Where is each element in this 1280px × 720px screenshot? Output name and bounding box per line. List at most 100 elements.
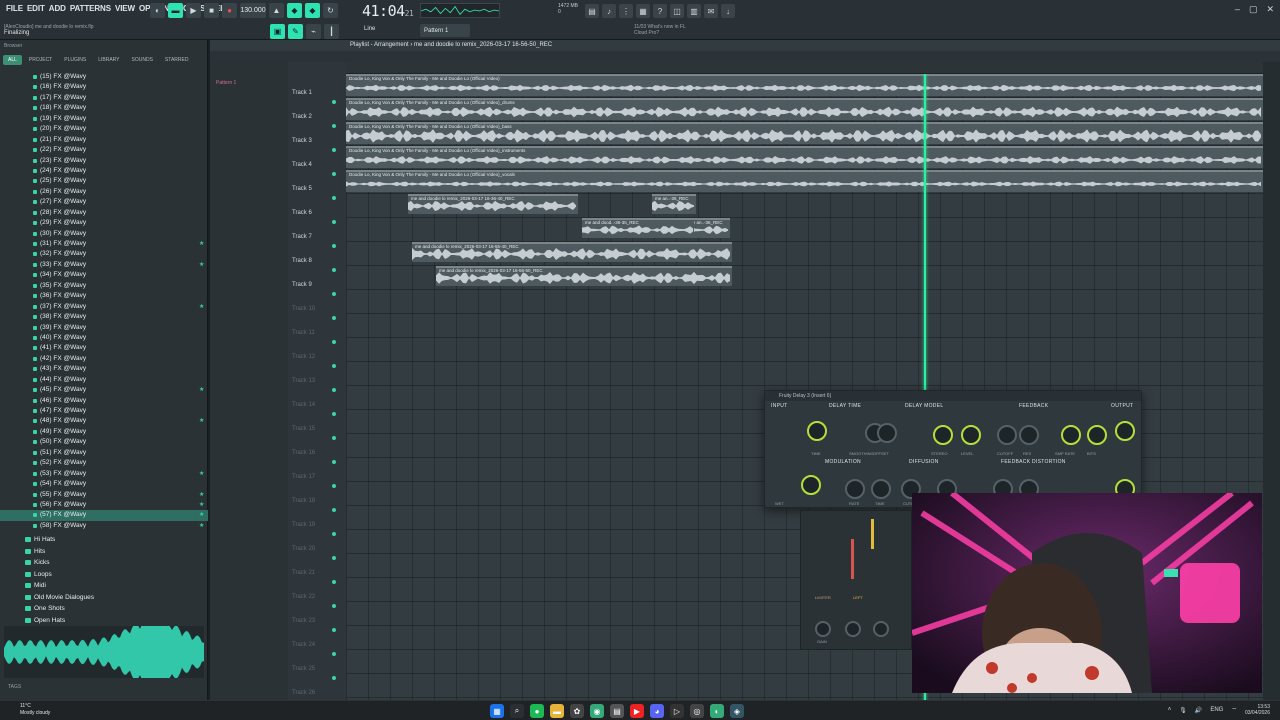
spotify-icon[interactable]: ● xyxy=(530,704,544,718)
browser-list-item[interactable]: (30) FX @Wavy xyxy=(0,229,208,239)
star-icon[interactable]: ★ xyxy=(199,490,204,500)
track-mute-led[interactable] xyxy=(332,556,336,560)
browser-folder[interactable]: Loops xyxy=(0,569,208,581)
track-mute-led[interactable] xyxy=(332,484,336,488)
browser-list-item[interactable]: (23) FX @Wavy xyxy=(0,156,208,166)
audio-clip[interactable]: Doodie Lo, King Von & Only The Family - … xyxy=(346,170,1263,192)
song-mode-toggle[interactable]: ▬ xyxy=(168,3,183,18)
track-header[interactable]: Track 25 xyxy=(288,666,344,690)
browser-list-item[interactable]: (19) FX @Wavy xyxy=(0,114,208,124)
browser-list-item[interactable]: (27) FX @Wavy xyxy=(0,197,208,207)
star-icon[interactable]: ★ xyxy=(199,521,204,531)
chrome-icon[interactable]: ◉ xyxy=(590,704,604,718)
star-icon[interactable]: ★ xyxy=(199,302,204,312)
browser-list-item[interactable]: (47) FX @Wavy xyxy=(0,406,208,416)
star-icon[interactable]: ★ xyxy=(199,510,204,520)
search-icon[interactable]: ⌕ xyxy=(510,704,524,718)
menu-add[interactable]: ADD xyxy=(47,4,68,13)
start-icon[interactable]: ▦ xyxy=(490,704,504,718)
track-mute-led[interactable] xyxy=(332,124,336,128)
mixer-knob[interactable] xyxy=(873,621,889,637)
file-explorer-icon[interactable]: ▬ xyxy=(550,704,564,718)
track-header[interactable]: Track 4 xyxy=(288,162,344,186)
browser-list-item[interactable]: (50) FX @Wavy xyxy=(0,437,208,447)
plugin-picker-icon[interactable]: ◫ xyxy=(670,4,684,18)
browser-folder[interactable]: Kicks xyxy=(0,557,208,569)
track-mute-led[interactable] xyxy=(332,172,336,176)
snap-mode-select[interactable]: Line xyxy=(364,26,375,32)
track-mute-led[interactable] xyxy=(332,532,336,536)
browser-icon[interactable]: ▥ xyxy=(687,4,701,18)
track-mute-led[interactable] xyxy=(332,412,336,416)
audio-clip[interactable]: me and doodie lo remix_2026-03-17 16-36-… xyxy=(408,194,578,214)
browser-list-item[interactable]: (51) FX @Wavy xyxy=(0,448,208,458)
browser-tab-starred[interactable]: STARRED xyxy=(160,55,194,65)
browser-list-item[interactable]: (32) FX @Wavy xyxy=(0,249,208,259)
browser-list-item[interactable]: (41) FX @Wavy xyxy=(0,343,208,353)
wifi-icon[interactable]: ⌔ xyxy=(1231,706,1237,714)
track-header[interactable]: Track 6 xyxy=(288,210,344,234)
track-mute-led[interactable] xyxy=(332,100,336,104)
star-icon[interactable]: ★ xyxy=(199,500,204,510)
track-mute-led[interactable] xyxy=(332,340,336,344)
download-icon[interactable]: ↓ xyxy=(721,4,735,18)
browser-list-item[interactable]: (56) FX @Wavy ★ xyxy=(0,500,208,510)
loop-record-icon[interactable]: ↻ xyxy=(323,3,338,18)
magnet-icon[interactable]: ◐ xyxy=(150,3,165,18)
browser-list-item[interactable]: (34) FX @Wavy xyxy=(0,270,208,280)
track-mute-led[interactable] xyxy=(332,460,336,464)
audio-clip[interactable]: me and dood..-36-35_REC xyxy=(582,218,694,238)
browser-list-item[interactable]: (42) FX @Wavy xyxy=(0,354,208,364)
track-mute-led[interactable] xyxy=(332,604,336,608)
gain-knob[interactable] xyxy=(815,621,831,637)
track-header[interactable]: Track 11 xyxy=(288,330,344,354)
chevron-up-icon[interactable]: ˄ xyxy=(1168,707,1172,713)
browser-tree[interactable]: (15) FX @Wavy (16) FX @Wavy (17) FX @Wavy (… xyxy=(0,72,208,558)
track-header[interactable]: Track 8 xyxy=(288,258,344,282)
audio-clip[interactable]: me and doodie lo remix_2026-03-17 16-56-… xyxy=(436,266,732,286)
sample-preview-waveform[interactable] xyxy=(4,618,204,686)
record-button[interactable]: ● xyxy=(222,3,237,18)
plugin-knob[interactable] xyxy=(1087,425,1107,445)
plugin-knob[interactable] xyxy=(877,423,897,443)
browser-list-item[interactable]: (44) FX @Wavy xyxy=(0,375,208,385)
browser-list-item[interactable]: (53) FX @Wavy ★ xyxy=(0,469,208,479)
browser-tab-all[interactable]: ALL xyxy=(3,55,22,65)
plugin-knob[interactable] xyxy=(871,479,891,499)
audio-clip[interactable]: Doodie Lo, King Von & Only The Family - … xyxy=(346,122,1263,144)
microphone-icon[interactable]: 🎙 xyxy=(1179,707,1187,714)
browser-list-item[interactable]: (40) FX @Wavy xyxy=(0,333,208,343)
track-header[interactable]: Track 21 xyxy=(288,570,344,594)
audio-clip[interactable]: Doodie Lo, King Von & Only The Family - … xyxy=(346,98,1263,120)
track-mute-led[interactable] xyxy=(332,268,336,272)
menu-view[interactable]: VIEW xyxy=(113,4,137,13)
audio-clip[interactable]: Doodie Lo, King Von & Only The Family - … xyxy=(346,146,1263,168)
track-header[interactable]: Track 20 xyxy=(288,546,344,570)
plugin-knob[interactable] xyxy=(1019,425,1039,445)
track-mute-led[interactable] xyxy=(332,244,336,248)
track-header[interactable]: Track 18 xyxy=(288,498,344,522)
snap-icon[interactable]: ▣ xyxy=(270,24,285,39)
browser-folder[interactable]: Hi Hats xyxy=(0,534,208,546)
line-mode-icon[interactable]: ┃ xyxy=(324,24,339,39)
obs-icon[interactable]: ◎ xyxy=(690,704,704,718)
track-header[interactable]: Track 16 xyxy=(288,450,344,474)
mixer-icon[interactable]: ⋮ xyxy=(619,4,633,18)
browser-list-item[interactable]: (52) FX @Wavy xyxy=(0,458,208,468)
mixer-knob[interactable] xyxy=(845,621,861,637)
browser-list-item[interactable]: (21) FX @Wavy xyxy=(0,135,208,145)
menu-file[interactable]: FILE xyxy=(4,4,25,13)
piano-roll-icon[interactable]: ♪ xyxy=(602,4,616,18)
track-header[interactable]: Track 14 xyxy=(288,402,344,426)
browser-tab-project[interactable]: PROJECT xyxy=(24,55,57,65)
browser-list-item[interactable]: (54) FX @Wavy xyxy=(0,479,208,489)
playlist-icon[interactable]: ▤ xyxy=(585,4,599,18)
track-mute-led[interactable] xyxy=(332,388,336,392)
tags-label[interactable]: TAGS xyxy=(8,684,21,690)
browser-list-item[interactable]: (46) FX @Wavy xyxy=(0,396,208,406)
browser-list-item[interactable]: (38) FX @Wavy xyxy=(0,312,208,322)
browser-folder[interactable]: Open Hats xyxy=(0,615,208,627)
clock[interactable]: 13:53 03/04/2026 xyxy=(1245,704,1270,716)
track-mute-led[interactable] xyxy=(332,364,336,368)
audio-clip[interactable]: me an..-36_REC xyxy=(652,194,696,214)
